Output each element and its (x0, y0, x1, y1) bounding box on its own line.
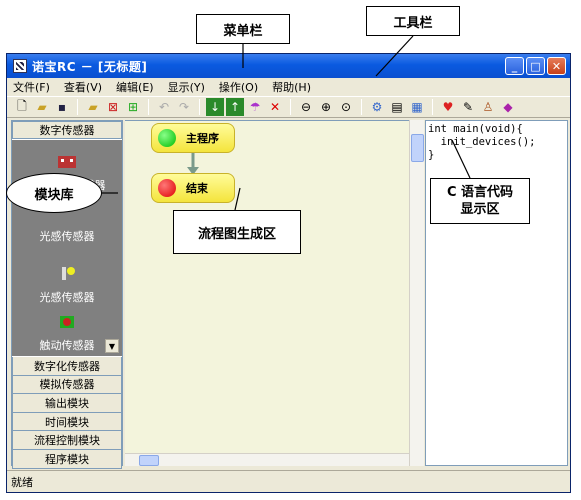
node-label: 主程序 (186, 132, 219, 145)
doc-icon[interactable]: ▤ (388, 98, 406, 116)
undo-icon[interactable]: ↶ (155, 98, 173, 116)
module-item[interactable]: 光感传感器 (12, 228, 122, 244)
code-line: int main(void){ (428, 123, 523, 135)
user-icon[interactable]: ♙ (479, 98, 497, 116)
light-sensor-icon (62, 267, 75, 280)
zoom-out-icon[interactable]: ⊖ (297, 98, 315, 116)
code-callout-line1: C 语言代码 (446, 185, 514, 200)
close-button[interactable]: ✕ (547, 57, 566, 75)
category-flow-control[interactable]: 流程控制模块 (12, 431, 122, 450)
app-icon (13, 59, 27, 73)
touch-sensor-icon (60, 316, 74, 328)
module-palette: 红外避障传感器 光感传感器 光感传感器 触动传感器 ▼ (12, 140, 122, 356)
code-callout-line2: 显示区 (460, 202, 500, 217)
upload-icon[interactable]: ↑ (226, 98, 244, 116)
zoom-in-icon[interactable]: ⊕ (317, 98, 335, 116)
add-icon[interactable]: ⊞ (124, 98, 142, 116)
window-title: 诺宝RC － [无标题] (32, 59, 148, 74)
heart-icon[interactable]: ♥ (439, 98, 457, 116)
code-line: init_devices(); (428, 136, 536, 148)
code-line: } (428, 149, 435, 161)
menu-view[interactable]: 查看(V) (64, 79, 102, 95)
code-display-area[interactable]: int main(void){ init_devices(); } (425, 120, 568, 466)
end-dot-icon (158, 179, 176, 197)
ir-sensor-icon (58, 156, 76, 168)
start-dot-icon (158, 129, 176, 147)
book-icon[interactable]: ◆ (499, 98, 517, 116)
module-label: 光感传感器 (39, 230, 95, 243)
edit-icon[interactable]: ✎ (459, 98, 477, 116)
menu-edit[interactable]: 编辑(E) (116, 79, 154, 95)
palette-scroll-down-icon[interactable]: ▼ (105, 339, 119, 353)
toolbar: 🗋 ▰ ▪ ▰ ⊠ ⊞ ↶ ↷ ↓ ↑ ☂ ✕ ⊖ ⊕ ⊙ ⚙ ▤ ▦ ♥ ✎ … (7, 96, 570, 118)
code-area-callout: C 语言代码 显示区 (430, 178, 530, 224)
toolbar-callout: 工具栏 (366, 6, 460, 36)
save-icon[interactable]: ▪ (53, 98, 71, 116)
open-folder-icon[interactable]: ▰ (33, 98, 51, 116)
folder-icon[interactable]: ▰ (84, 98, 102, 116)
compile-icon[interactable]: ▦ (408, 98, 426, 116)
menu-bar: 文件(F) 查看(V) 编辑(E) 显示(Y) 操作(O) 帮助(H) (7, 78, 570, 96)
zoom-fit-icon[interactable]: ⊙ (337, 98, 355, 116)
menu-operate[interactable]: 操作(O) (219, 79, 258, 95)
maximize-button[interactable]: □ (526, 57, 545, 75)
new-file-icon[interactable]: 🗋 (13, 98, 31, 116)
menu-help[interactable]: 帮助(H) (272, 79, 311, 95)
status-bar: 就绪 (7, 470, 570, 492)
delete-file-icon[interactable]: ⊠ (104, 98, 122, 116)
module-library-callout: 模块库 (6, 173, 102, 213)
category-analog-sensor[interactable]: 模拟传感器 (12, 375, 122, 395)
module-library: 数字传感器 红外避障传感器 光感传感器 光感传感器 触 (11, 120, 123, 469)
module-label: 光感传感器 (39, 291, 95, 304)
delete-icon[interactable]: ✕ (266, 98, 284, 116)
vertical-scrollbar[interactable] (409, 120, 424, 466)
menubar-callout: 菜单栏 (196, 14, 290, 44)
convert-icon[interactable]: ☂ (246, 98, 264, 116)
app-window: 诺宝RC － [无标题] _ □ ✕ 文件(F) 查看(V) 编辑(E) 显示(… (6, 53, 571, 493)
redo-icon[interactable]: ↷ (175, 98, 193, 116)
category-digitized-sensor[interactable]: 数字化传感器 (12, 357, 122, 376)
category-time-module[interactable]: 时间模块 (12, 412, 122, 432)
status-text: 就绪 (11, 475, 33, 489)
flow-node-main[interactable]: 主程序 (151, 123, 235, 153)
flow-icon[interactable]: ⚙ (368, 98, 386, 116)
menu-file[interactable]: 文件(F) (13, 79, 50, 95)
menu-display[interactable]: 显示(Y) (168, 79, 205, 95)
flow-area-callout: 流程图生成区 (173, 210, 301, 254)
title-bar[interactable]: 诺宝RC － [无标题] _ □ ✕ (7, 54, 570, 78)
minimize-button[interactable]: _ (505, 57, 524, 75)
category-output-module[interactable]: 输出模块 (12, 394, 122, 413)
download-icon[interactable]: ↓ (206, 98, 224, 116)
module-item[interactable]: 光感传感器 (12, 264, 122, 305)
flow-node-end[interactable]: 结束 (151, 173, 235, 203)
horizontal-scrollbar[interactable] (125, 453, 409, 466)
category-digital-sensor[interactable]: 数字传感器 (12, 121, 122, 139)
node-label: 结束 (186, 182, 208, 195)
flowchart-area[interactable]: 主程序 结束 (125, 120, 409, 453)
category-program-module[interactable]: 程序模块 (12, 449, 122, 469)
